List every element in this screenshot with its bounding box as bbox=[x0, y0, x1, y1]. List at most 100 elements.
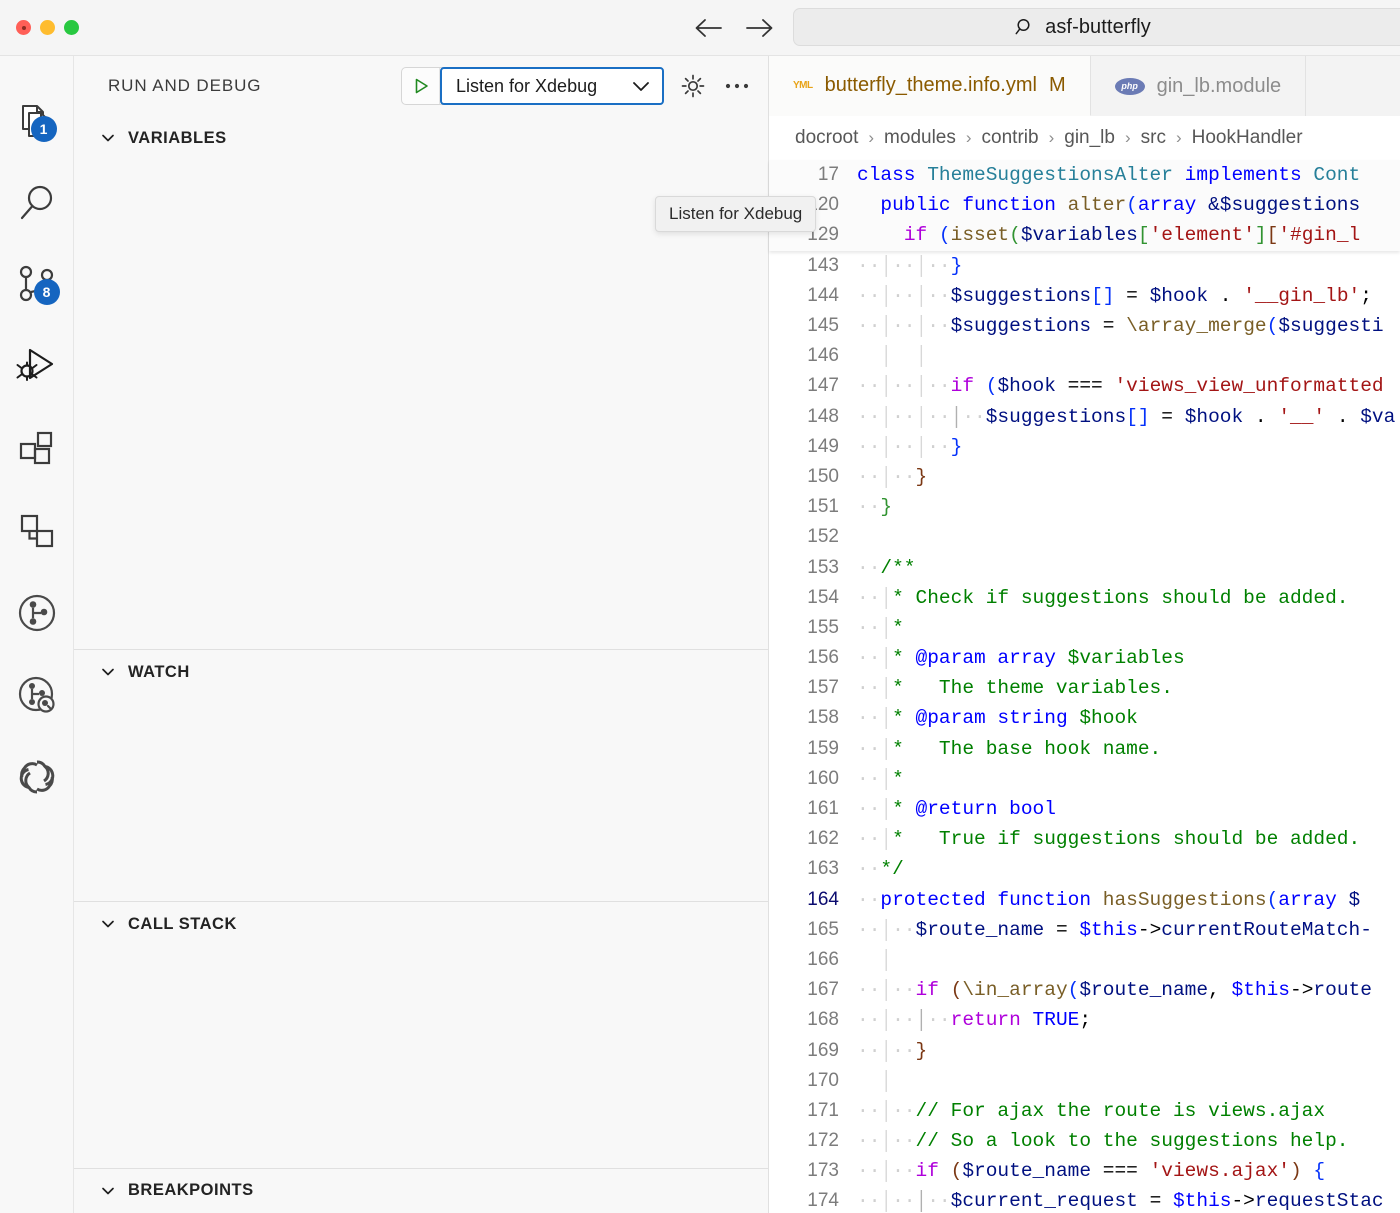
code-editor[interactable]: 143 ··│··│··} 144 ··│··│··$suggestions[]… bbox=[769, 250, 1400, 1213]
panel-header-watch[interactable]: WATCH bbox=[74, 650, 768, 694]
chevron-down-icon bbox=[633, 82, 649, 91]
tab-label: butterfly_theme.info.yml bbox=[824, 74, 1037, 96]
line-number: 158 bbox=[807, 707, 839, 729]
tab-gin-lb-module[interactable]: php gin_lb.module bbox=[1090, 56, 1307, 116]
code-line-172[interactable]: 172 ··│··// So a look to the suggestions… bbox=[769, 1126, 1400, 1156]
code-text: ··*/ bbox=[857, 858, 904, 881]
code-line-164[interactable]: 164 ··protected function hasSuggestions(… bbox=[769, 885, 1400, 915]
sticky-line-120[interactable]: 120 public function alter(array &$sugges… bbox=[769, 190, 1400, 220]
sidebar-header: RUN AND DEBUG Listen for Xdebug bbox=[74, 56, 768, 116]
chevron-down-icon bbox=[102, 669, 114, 676]
activity-item-git-search[interactable] bbox=[0, 654, 74, 736]
activity-item-source-control[interactable]: 8 bbox=[0, 244, 74, 326]
quick-open-search[interactable]: asf-butterfly bbox=[793, 8, 1400, 46]
panel-title-variables: VARIABLES bbox=[128, 128, 227, 147]
activity-item-remote-explorer[interactable] bbox=[0, 490, 74, 572]
code-line-143[interactable]: 143 ··│··│··} bbox=[769, 251, 1400, 281]
line-number: 170 bbox=[807, 1069, 839, 1091]
breadcrumb-item-docroot[interactable]: docroot bbox=[795, 127, 858, 149]
line-number: 145 bbox=[807, 315, 839, 337]
line-number: 156 bbox=[807, 647, 839, 669]
code-line-148[interactable]: 148 ··│··│··│··$suggestions[] = $hook . … bbox=[769, 402, 1400, 432]
panel-header-variables[interactable]: VARIABLES bbox=[74, 116, 768, 160]
open-launch-json-button[interactable] bbox=[678, 71, 708, 101]
code-line-162[interactable]: 162 ··│* True if suggestions should be a… bbox=[769, 824, 1400, 854]
title-bar: asf-butterfly bbox=[0, 0, 1400, 56]
forward-arrow-icon[interactable] bbox=[745, 15, 775, 41]
code-text: ··protected function hasSuggestions(arra… bbox=[857, 888, 1361, 911]
line-number: 160 bbox=[807, 767, 839, 789]
breadcrumb: docroot › modules › contrib › gin_lb › s… bbox=[769, 116, 1400, 160]
code-line-144[interactable]: 144 ··│··│··$suggestions[] = $hook . '__… bbox=[769, 281, 1400, 311]
start-debugging-button[interactable] bbox=[402, 68, 440, 104]
code-line-150[interactable]: 150 ··│··} bbox=[769, 462, 1400, 492]
panel-header-breakpoints[interactable]: BREAKPOINTS bbox=[74, 1169, 768, 1213]
views-and-more-actions-button[interactable] bbox=[722, 71, 752, 101]
source-control-badge-count: 8 bbox=[33, 279, 60, 305]
code-line-157[interactable]: 157 ··│* The theme variables. bbox=[769, 673, 1400, 703]
panel-watch: WATCH bbox=[74, 649, 768, 901]
run-and-debug-sidebar: RUN AND DEBUG Listen for Xdebug Listen f… bbox=[74, 56, 817, 1213]
editor-group: YML butterfly_theme.info.yml M php gin_l… bbox=[769, 56, 1400, 1213]
line-number: 162 bbox=[807, 828, 839, 850]
line-number: 144 bbox=[807, 284, 839, 306]
breadcrumb-item-src[interactable]: src bbox=[1141, 127, 1166, 149]
code-line-156[interactable]: 156 ··│* @param array $variables bbox=[769, 643, 1400, 673]
breadcrumb-item-hookhandler[interactable]: HookHandler bbox=[1192, 127, 1303, 149]
code-line-161[interactable]: 161 ··│* @return bool bbox=[769, 794, 1400, 824]
code-line-166[interactable]: 166 │ bbox=[769, 945, 1400, 975]
code-line-147[interactable]: 147 ··│··│··if ($hook === 'views_view_un… bbox=[769, 371, 1400, 401]
code-line-165[interactable]: 165 ··│··$route_name = $this->currentRou… bbox=[769, 915, 1400, 945]
php-file-icon: php bbox=[1114, 77, 1145, 95]
activity-item-explorer[interactable]: 1 bbox=[0, 80, 74, 162]
activity-item-run-and-debug[interactable] bbox=[0, 326, 74, 408]
code-line-155[interactable]: 155 ··│* bbox=[769, 613, 1400, 643]
maximize-window-button[interactable] bbox=[64, 20, 79, 35]
launch-config-select[interactable]: Listen for Xdebug bbox=[440, 67, 664, 105]
panel-header-call-stack[interactable]: CALL STACK bbox=[74, 902, 768, 946]
code-line-149[interactable]: 149 ··│··│··} bbox=[769, 432, 1400, 462]
code-line-169[interactable]: 169 ··│··} bbox=[769, 1035, 1400, 1065]
code-line-168[interactable]: 168 ··│··│··return TRUE; bbox=[769, 1005, 1400, 1035]
back-arrow-icon[interactable] bbox=[693, 15, 723, 41]
close-window-button[interactable] bbox=[16, 20, 31, 35]
activity-item-extensions[interactable] bbox=[0, 408, 74, 490]
line-number: 150 bbox=[807, 465, 839, 487]
panel-title-watch: WATCH bbox=[128, 662, 190, 681]
breadcrumb-item-modules[interactable]: modules bbox=[884, 127, 956, 149]
code-line-167[interactable]: 167 ··│··if (\in_array($route_name, $thi… bbox=[769, 975, 1400, 1005]
minimize-window-button[interactable] bbox=[40, 20, 55, 35]
code-text: ··│* Check if suggestions should be adde… bbox=[857, 586, 1349, 609]
code-text: ··│··} bbox=[857, 465, 928, 488]
code-line-145[interactable]: 145 ··│··│··$suggestions = \array_merge(… bbox=[769, 311, 1400, 341]
gear-icon bbox=[681, 74, 705, 98]
sidebar-toolbar: Listen for Xdebug bbox=[401, 67, 752, 105]
code-text: ··│* @param string $hook bbox=[857, 707, 1138, 730]
code-line-160[interactable]: 160 ··│* bbox=[769, 764, 1400, 794]
code-text: ··│* The base hook name. bbox=[857, 737, 1162, 760]
code-line-159[interactable]: 159 ··│* The base hook name. bbox=[769, 734, 1400, 764]
search-input[interactable]: asf-butterfly bbox=[793, 8, 1400, 46]
activity-item-git-graph[interactable] bbox=[0, 572, 74, 654]
workbench-body: 1 8 RUN AND DEBUG Listen for Xdebug List… bbox=[0, 56, 1400, 1213]
breadcrumb-item-contrib[interactable]: contrib bbox=[982, 127, 1039, 149]
code-line-171[interactable]: 171 ··│··// For ajax the route is views.… bbox=[769, 1096, 1400, 1126]
code-line-163[interactable]: 163 ··*/ bbox=[769, 854, 1400, 884]
code-line-173[interactable]: 173 ··│··if ($route_name === 'views.ajax… bbox=[769, 1156, 1400, 1186]
sticky-line-17[interactable]: 17 class ThemeSuggestionsAlter implement… bbox=[769, 160, 1400, 190]
code-line-170[interactable]: 170 │ bbox=[769, 1066, 1400, 1096]
code-line-174[interactable]: 174 ··│··│··$current_request = $this->re… bbox=[769, 1186, 1400, 1213]
code-line-154[interactable]: 154 ··│* Check if suggestions should be … bbox=[769, 583, 1400, 613]
code-text: ··│* bbox=[857, 767, 904, 790]
sticky-line-129[interactable]: 129 if (isset($variables['element']['#gi… bbox=[769, 220, 1400, 250]
activity-item-openai[interactable] bbox=[0, 736, 74, 818]
code-line-152[interactable]: 152 bbox=[769, 522, 1400, 552]
code-line-146[interactable]: 146 │ │ bbox=[769, 341, 1400, 371]
breadcrumb-item-gin-lb[interactable]: gin_lb bbox=[1064, 127, 1115, 149]
code-line-158[interactable]: 158 ··│* @param string $hook bbox=[769, 703, 1400, 733]
tab-butterfly-theme-info-yml[interactable]: YML butterfly_theme.info.yml M bbox=[769, 56, 1091, 116]
extensions-blocks-icon bbox=[19, 431, 52, 465]
code-line-153[interactable]: 153 ··/** bbox=[769, 552, 1400, 582]
activity-item-search[interactable] bbox=[0, 162, 74, 244]
code-line-151[interactable]: 151 ··} bbox=[769, 492, 1400, 522]
